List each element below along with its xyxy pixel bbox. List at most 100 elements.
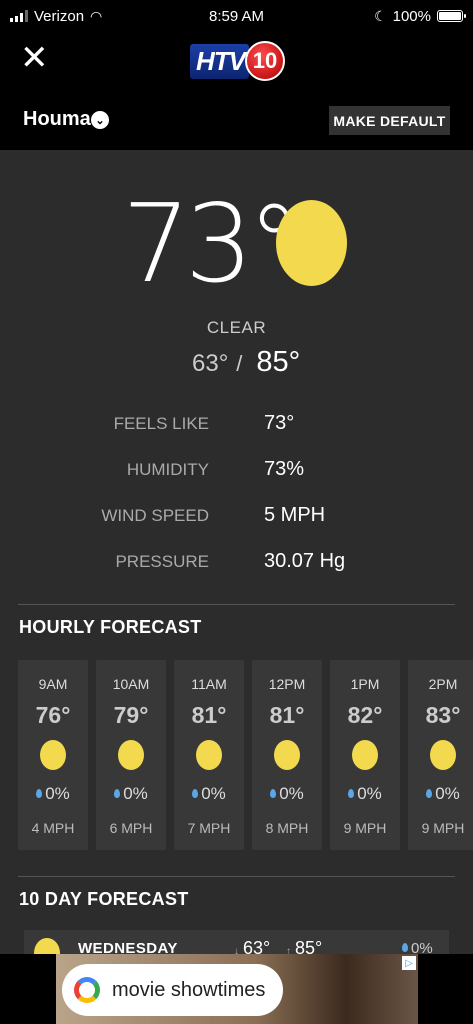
carrier-label: Verizon — [34, 7, 85, 25]
detail-value: 73° — [264, 412, 295, 434]
day-high: ↑ 85° — [286, 938, 322, 954]
hour-wind: 4 MPH — [31, 820, 75, 836]
precip-value: 0% — [123, 784, 148, 803]
day-row[interactable]: WEDNESDAY ↓ 63° ↑ 85° 0% — [24, 930, 449, 954]
day-high-value: 85° — [295, 938, 323, 954]
hour-card[interactable]: 1PM 82° 0% 9 MPH — [330, 660, 400, 850]
day-precip: 0% — [402, 940, 433, 954]
hour-time: 11AM — [191, 676, 227, 692]
sun-icon — [196, 740, 222, 770]
arrow-up-icon: ↑ — [286, 946, 291, 954]
detail-label: FEELS LIKE — [113, 414, 209, 433]
hour-precip: 0% — [18, 784, 88, 804]
detail-label: PRESSURE — [115, 552, 209, 571]
high-low: 63° / 85° — [192, 346, 300, 379]
hour-time: 1PM — [350, 676, 380, 692]
hourly-forecast-list[interactable]: 9AM 76° 0% 4 MPH 10AM 79° 0% 6 MPH 11AM … — [18, 660, 473, 850]
day-low: ↓ 63° — [234, 938, 270, 954]
app-header: ✕ HTV 10 — [0, 32, 473, 92]
hour-time: 2PM — [428, 676, 458, 692]
hour-wind: 9 MPH — [421, 820, 465, 836]
hour-temp: 76° — [35, 702, 71, 728]
hour-wind: 9 MPH — [343, 820, 387, 836]
ad-text: movie showtimes — [112, 978, 266, 1001]
location-bar: Houma ⌄ MAKE DEFAULT — [0, 92, 473, 150]
station-logo: HTV 10 — [190, 38, 285, 84]
hour-wind: 8 MPH — [265, 820, 309, 836]
precip-value: 0% — [435, 784, 460, 803]
signal-icon — [10, 10, 28, 22]
close-button[interactable]: ✕ — [20, 41, 50, 75]
day-low-value: 63° — [243, 938, 271, 954]
hour-card[interactable]: 2PM 83° 0% 9 MPH — [408, 660, 473, 850]
high-temp: 85° — [256, 346, 301, 378]
hour-temp: 79° — [113, 702, 149, 728]
hour-time: 12PM — [268, 676, 306, 692]
precip-value: 0% — [279, 784, 304, 803]
precip-value: 0% — [201, 784, 226, 803]
detail-humidity: HUMIDITY 73% — [0, 456, 473, 486]
raindrop-icon — [36, 789, 43, 798]
sun-icon — [276, 200, 347, 286]
make-default-button[interactable]: MAKE DEFAULT — [329, 106, 450, 135]
day-precip-value: 0% — [411, 940, 433, 954]
low-temp: 63° — [192, 350, 229, 377]
ad-banner[interactable]: movie showtimes ▷ — [0, 954, 473, 1024]
location-name[interactable]: Houma — [23, 108, 91, 131]
hour-precip: 0% — [174, 784, 244, 804]
hour-precip: 0% — [252, 784, 322, 804]
status-right: ☾ 100% — [374, 7, 466, 25]
close-icon: ✕ — [20, 39, 49, 77]
sun-icon — [352, 740, 378, 770]
raindrop-icon — [114, 789, 121, 798]
moon-icon: ☾ — [374, 7, 387, 24]
detail-value: 73% — [264, 458, 305, 480]
hour-temp: 81° — [269, 702, 305, 728]
detail-wind-speed: WIND SPEED 5 MPH — [0, 502, 473, 532]
hour-temp: 81° — [191, 702, 227, 728]
hour-card[interactable]: 10AM 79° 0% 6 MPH — [96, 660, 166, 850]
hourly-forecast-title: HOURLY FORECAST — [19, 617, 202, 637]
google-logo-icon — [74, 977, 100, 1003]
status-time: 8:59 AM — [209, 7, 265, 25]
raindrop-icon — [426, 789, 433, 798]
hour-time: 9AM — [38, 676, 68, 692]
hour-precip: 0% — [330, 784, 400, 804]
chevron-down-icon[interactable]: ⌄ — [91, 111, 109, 129]
sun-icon — [430, 740, 456, 770]
hour-card[interactable]: 9AM 76° 0% 4 MPH — [18, 660, 88, 850]
logo-text: HTV — [190, 43, 249, 79]
hour-time: 10AM — [112, 676, 150, 692]
sun-icon — [40, 740, 66, 770]
detail-label: WIND SPEED — [101, 506, 209, 525]
hour-wind: 6 MPH — [109, 820, 153, 836]
raindrop-icon — [402, 943, 408, 952]
hour-precip: 0% — [408, 784, 473, 804]
status-left: Verizon ◠ — [10, 8, 102, 25]
ad-search-pill[interactable]: movie showtimes — [62, 964, 283, 1016]
divider — [18, 604, 455, 605]
hour-temp: 83° — [425, 702, 461, 728]
hilo-separator: / — [236, 351, 243, 376]
raindrop-icon — [348, 789, 355, 798]
ten-day-forecast-title: 10 DAY FORECAST — [19, 889, 189, 909]
ad-choices-icon[interactable]: ▷ — [402, 956, 416, 970]
detail-value: 30.07 Hg — [264, 550, 346, 572]
arrow-down-icon: ↓ — [234, 946, 239, 954]
hour-card[interactable]: 11AM 81° 0% 7 MPH — [174, 660, 244, 850]
raindrop-icon — [192, 789, 199, 798]
logo-number: 10 — [245, 41, 285, 81]
battery-percent: 100% — [392, 7, 431, 25]
ad-image[interactable]: movie showtimes ▷ — [56, 954, 418, 1024]
hour-card[interactable]: 12PM 81° 0% 8 MPH — [252, 660, 322, 850]
battery-icon — [437, 10, 466, 22]
detail-feels-like: FEELS LIKE 73° — [0, 410, 473, 440]
precip-value: 0% — [45, 784, 70, 803]
day-name: WEDNESDAY — [78, 940, 178, 954]
hour-temp: 82° — [347, 702, 383, 728]
status-bar: Verizon ◠ 8:59 AM ☾ 100% — [0, 0, 473, 32]
hour-wind: 7 MPH — [187, 820, 231, 836]
detail-value: 5 MPH — [264, 504, 326, 526]
sun-icon — [274, 740, 300, 770]
sun-icon — [118, 740, 144, 770]
